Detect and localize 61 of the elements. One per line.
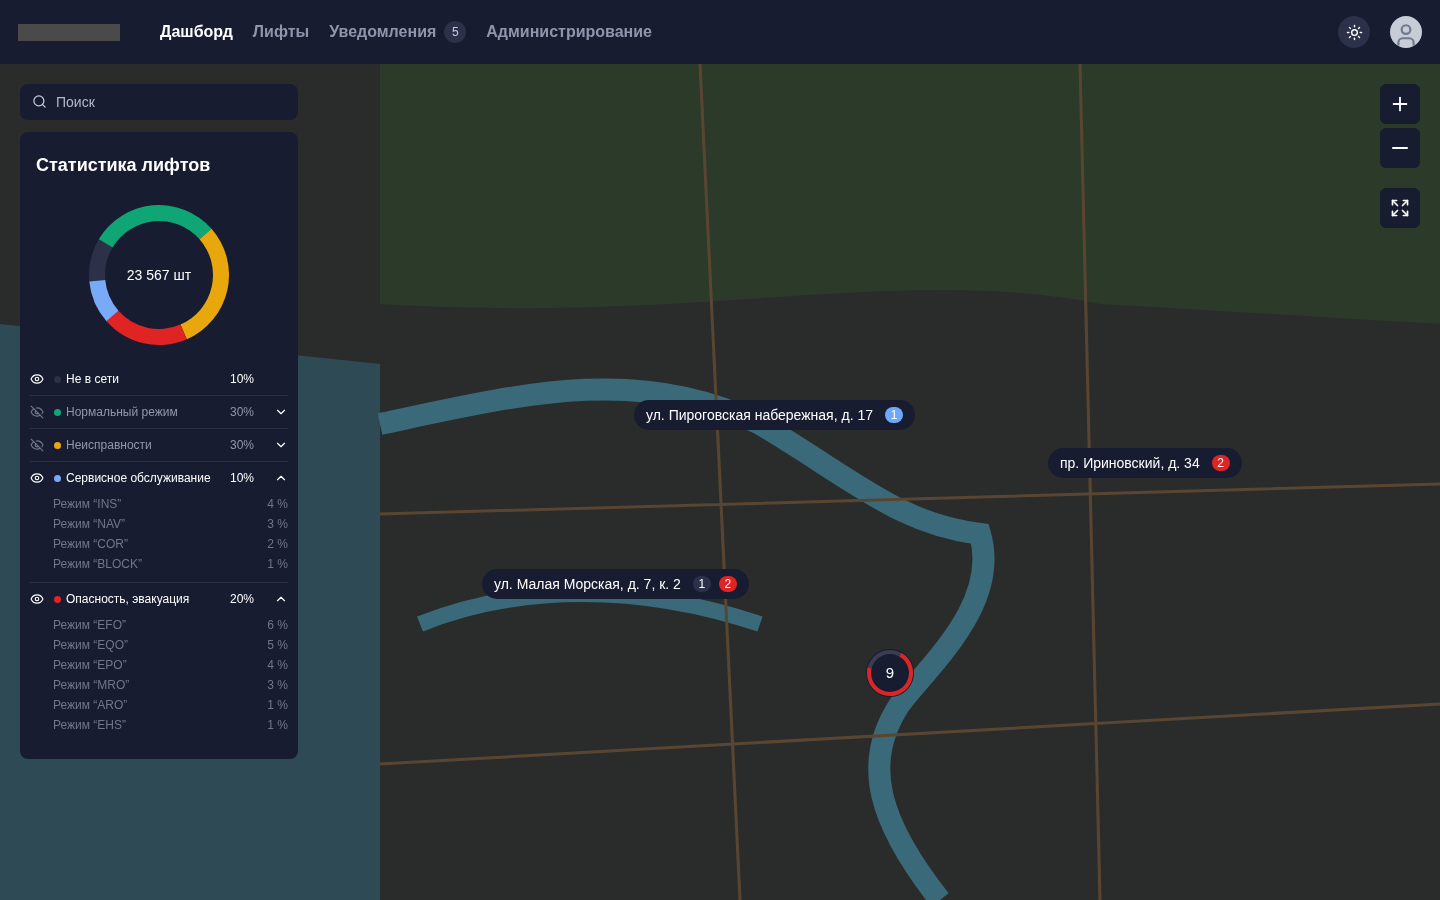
status-percent: 20%	[230, 591, 256, 608]
address-label: ул. Пироговская набережная, д. 17	[646, 405, 873, 425]
status-label: Нормальный режим	[66, 404, 179, 421]
panel-title: Статистика лифтов	[35, 154, 212, 177]
count-badge: 5	[444, 21, 467, 43]
address-marker[interactable]: ул. Пироговская набережная, д. 17 1	[634, 400, 915, 430]
fullscreen-button[interactable]	[1380, 188, 1420, 228]
total-count: 23 567 шт	[126, 265, 192, 285]
nav-tab[interactable]: Администрирование	[486, 20, 652, 44]
mode-percent: 5 %	[267, 637, 288, 654]
status-percent: 30%	[230, 437, 256, 454]
nav-tab[interactable]: Уведомления 5	[329, 20, 467, 44]
status-percent: 10%	[230, 470, 256, 487]
eye-crossed-icon	[30, 405, 44, 419]
mode-percent: 1 %	[267, 556, 288, 573]
status-label: Опасность, эвакуация	[66, 591, 191, 608]
fullscreen-icon	[1390, 198, 1410, 218]
minus-icon	[1392, 147, 1408, 149]
mode-label: Режим “MRO”	[53, 677, 130, 694]
mode-percent: 2 %	[267, 536, 288, 553]
count-badge: 2	[1211, 455, 1230, 471]
mode-label: Режим “EHS”	[53, 717, 126, 734]
count-badge: 2	[718, 576, 737, 592]
eye-icon	[30, 592, 44, 606]
status-percent: 30%	[230, 404, 256, 421]
eye-icon	[30, 471, 44, 485]
mode-label: Режим “NAV”	[53, 516, 126, 533]
avatar[interactable]	[1390, 16, 1422, 48]
nav-tab[interactable]: Лифты	[252, 20, 310, 44]
status-label: Сервисное обслуживание	[66, 470, 212, 487]
mode-label: Режим “BLOCK”	[53, 556, 142, 573]
eye-crossed-icon	[30, 438, 44, 452]
address-label: ул. Малая Морская, д. 7, к. 2	[494, 574, 681, 594]
zoom-in-button[interactable]	[1380, 84, 1420, 124]
search-field[interactable]: Поиск	[20, 84, 298, 120]
theme-toggle-button[interactable]	[1338, 16, 1370, 48]
mode-label: Режим “EQO”	[53, 637, 128, 654]
status-label: Не в сети	[66, 371, 120, 388]
nav-tab[interactable]: Дашборд	[160, 20, 233, 44]
count-badge: 1	[692, 576, 711, 592]
address-label: пр. Ириновский, д. 34	[1060, 453, 1200, 473]
count-badge: 1	[885, 407, 903, 423]
mode-label: Режим “INS”	[53, 496, 122, 513]
mode-percent: 1 %	[267, 717, 288, 734]
mode-percent: 1 %	[267, 697, 288, 714]
mode-percent: 3 %	[267, 677, 288, 694]
mode-label: Режим “EFO”	[53, 617, 126, 634]
mode-percent: 3 %	[267, 516, 288, 533]
eye-icon	[30, 372, 44, 386]
mode-label: Режим “COR”	[53, 536, 128, 553]
address-marker[interactable]: ул. Малая Морская, д. 7, к. 2 1 2	[482, 569, 749, 599]
mode-percent: 4 %	[267, 496, 288, 513]
sun-icon	[1345, 23, 1363, 41]
address-marker[interactable]: пр. Ириновский, д. 34 2	[1048, 448, 1242, 478]
status-percent: 10%	[230, 371, 256, 388]
mode-label: Режим “EPO”	[53, 657, 127, 674]
status-label: Неисправности	[66, 437, 153, 454]
mode-percent: 6 %	[267, 617, 288, 634]
mode-label: Режим “ARO”	[53, 697, 128, 714]
search-icon	[32, 94, 47, 109]
mode-percent: 4 %	[267, 657, 288, 674]
